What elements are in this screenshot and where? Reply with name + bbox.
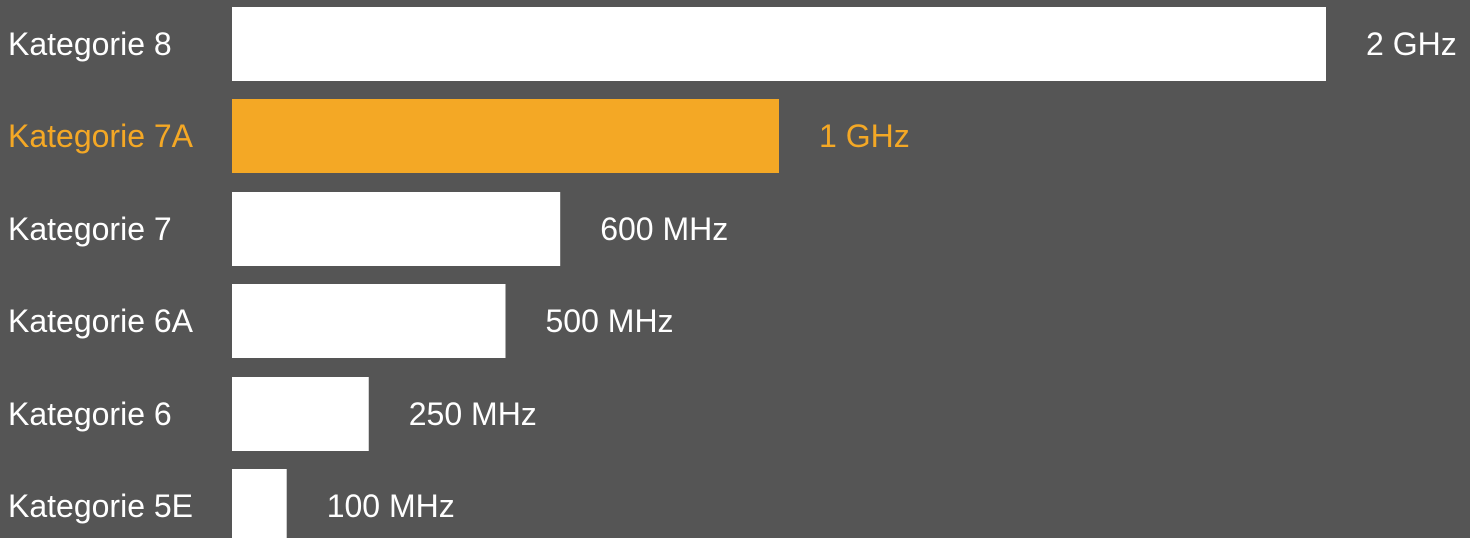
category-label-3: Kategorie 6A	[8, 303, 194, 339]
value-label-3: 500 MHz	[546, 303, 674, 339]
bar-3	[232, 284, 506, 358]
value-label-5: 100 MHz	[327, 488, 455, 524]
bar-2	[232, 192, 561, 266]
category-label-1: Kategorie 7A	[8, 118, 194, 154]
bar-chart: Kategorie 8 2 GHz Kategorie 7A 1 GHz Kategor…	[8, 7, 1457, 538]
category-label-5: Kategorie 5E	[8, 488, 193, 524]
value-label-4: 250 MHz	[409, 396, 537, 432]
value-label-2: 600 MHz	[600, 211, 728, 247]
category-label-0: Kategorie 8	[8, 26, 172, 62]
category-label-4: Kategorie 6	[8, 396, 172, 432]
bar-1	[232, 99, 779, 173]
bar-0	[232, 7, 1326, 81]
value-label-1: 1 GHz	[819, 118, 910, 154]
bar-5	[232, 469, 287, 538]
category-label-2: Kategorie 7	[8, 211, 172, 247]
value-label-0: 2 GHz	[1366, 26, 1457, 62]
bar-4	[232, 377, 369, 451]
